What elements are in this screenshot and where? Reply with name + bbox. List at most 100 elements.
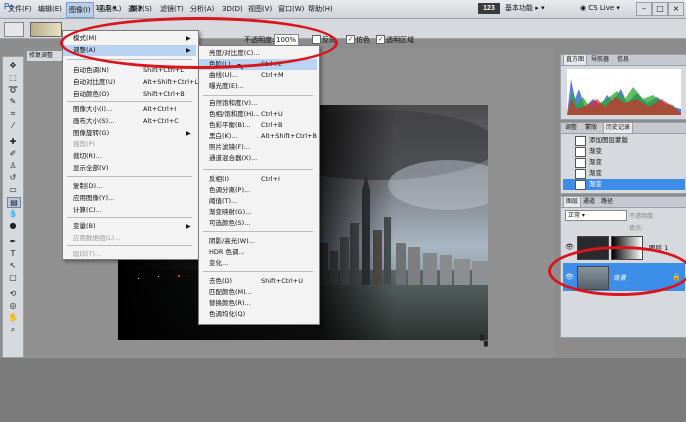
- menu-item[interactable]: 替换颜色(R)...: [199, 298, 317, 309]
- gradient-tool-icon[interactable]: [4, 22, 24, 37]
- pen-tool-icon[interactable]: ✒: [7, 237, 19, 246]
- menu-item[interactable]: 去色(D) Shift+Ctrl+U: [199, 276, 317, 287]
- menu-item[interactable]: 亮度/对比度(C)...: [199, 48, 317, 59]
- tab-history[interactable]: 历史记录: [603, 123, 634, 133]
- menu-item[interactable]: 色调分离(P)...: [199, 185, 317, 196]
- menu-item[interactable]: 变量(B) ▶: [63, 221, 196, 232]
- menu-item[interactable]: 色阶(L)... Ctrl+L: [199, 59, 317, 70]
- tab-info[interactable]: 信息: [615, 55, 631, 65]
- menu-item-7[interactable]: 3D(D): [220, 2, 245, 16]
- menu-item[interactable]: 色相/饱和度(H)... Ctrl+U: [199, 109, 317, 120]
- eyedropper-tool-icon[interactable]: ⁄: [7, 121, 19, 130]
- menu-item[interactable]: 变化...: [199, 258, 317, 269]
- transparency-checkbox[interactable]: ✓: [376, 35, 385, 44]
- clone-stamp-tool-icon[interactable]: ♙: [7, 161, 19, 170]
- menu-item[interactable]: 应用图像(Y)...: [63, 193, 196, 204]
- reverse-checkbox[interactable]: [312, 35, 321, 44]
- menu-item[interactable]: 阈值(T)...: [199, 196, 317, 207]
- minimize-button[interactable]: –: [636, 2, 652, 16]
- history-state[interactable]: 渐变: [563, 168, 685, 179]
- resize-handle-icon[interactable]: ▚: [480, 336, 494, 350]
- menu-item[interactable]: 自动色调(N) Shift+Ctrl+L: [63, 65, 196, 76]
- blur-tool-icon[interactable]: 💧: [7, 209, 19, 218]
- menu-item[interactable]: 复制(D)...: [63, 181, 196, 192]
- gradient-tool-icon-active[interactable]: ▤: [7, 197, 21, 208]
- workspace-switcher[interactable]: 基本功能 ▸ ▾: [505, 2, 544, 15]
- tab-adjustments[interactable]: 调整: [563, 123, 579, 133]
- crop-tool-icon[interactable]: ⌗: [7, 109, 19, 118]
- tab-layers[interactable]: 图层: [563, 197, 582, 207]
- menu-item[interactable]: 图像大小(I)... Alt+Ctrl+I: [63, 104, 196, 115]
- move-tool-icon[interactable]: ✥: [7, 61, 19, 70]
- menu-item[interactable]: 反相(I) Ctrl+I: [199, 174, 317, 185]
- menu-item[interactable]: 照片滤镜(F)...: [199, 142, 317, 153]
- dodge-tool-icon[interactable]: ●: [7, 221, 19, 230]
- 3d-orbit-tool-icon[interactable]: ◎: [7, 301, 19, 310]
- menu-item[interactable]: 黑白(K)... Alt+Shift+Ctrl+B: [199, 131, 317, 142]
- menu-item-6[interactable]: 分析(A): [188, 2, 216, 16]
- menu-item[interactable]: 裁切(R)...: [63, 151, 196, 162]
- menu-item[interactable]: 色彩平衡(B)... Ctrl+B: [199, 120, 317, 131]
- tab-paths[interactable]: 路径: [599, 197, 615, 207]
- menu-item-1[interactable]: 编辑(E): [36, 2, 64, 16]
- menu-item-9[interactable]: 窗口(W): [276, 2, 306, 16]
- menu-item[interactable]: 可选颜色(S)...: [199, 218, 317, 229]
- tab-channels[interactable]: 通道: [581, 197, 597, 207]
- menu-item[interactable]: 图像旋转(G) ▶: [63, 128, 196, 139]
- healing-brush-tool-icon[interactable]: ✚: [7, 137, 19, 146]
- menu-item[interactable]: 自动颜色(O) Shift+Ctrl+B: [63, 89, 196, 100]
- menu-item[interactable]: HDR 色调...: [199, 247, 317, 258]
- dither-checkbox[interactable]: ✓: [346, 35, 355, 44]
- lasso-tool-icon[interactable]: ➰: [7, 85, 19, 94]
- menu-item[interactable]: 裁剪(P): [63, 139, 196, 150]
- menu-item[interactable]: 画布大小(S)... Alt+Ctrl+C: [63, 116, 196, 127]
- eye-icon[interactable]: 👁: [565, 273, 574, 281]
- type-tool-icon[interactable]: T: [7, 249, 19, 258]
- menu-item-0[interactable]: 文件(F): [6, 2, 34, 16]
- menu-item[interactable]: 应用数据组(L)...: [63, 233, 196, 244]
- history-state[interactable]: 渐变: [563, 179, 685, 190]
- layer-row-layer1[interactable]: 👁 图层 1: [563, 233, 685, 261]
- path-select-tool-icon[interactable]: ↖: [7, 261, 19, 270]
- menu-item[interactable]: 曲线(U)... Ctrl+M: [199, 70, 317, 81]
- close-button[interactable]: ×: [668, 2, 684, 16]
- marquee-tool-icon[interactable]: ⬚: [7, 73, 19, 82]
- tab-masks[interactable]: 蒙版: [583, 123, 599, 133]
- menu-item[interactable]: 渐变映射(G)...: [199, 207, 317, 218]
- menu-item[interactable]: 通道混合器(X)...: [199, 153, 317, 164]
- menu-item[interactable]: 阴影/高光(W)...: [199, 236, 317, 247]
- tab-navigator[interactable]: 导航器: [589, 55, 611, 65]
- menu-item[interactable]: 匹配颜色(M)...: [199, 287, 317, 298]
- menu-item-2[interactable]: 图像(I): [66, 2, 94, 18]
- eraser-tool-icon[interactable]: ▭: [7, 185, 19, 194]
- menu-item-8[interactable]: 视图(V): [246, 2, 274, 16]
- zoom-level[interactable]: 12.5 ▾: [95, 2, 116, 15]
- 3d-rotate-tool-icon[interactable]: ⟲: [7, 289, 19, 298]
- zoom-tool-icon[interactable]: ⌕: [7, 325, 19, 334]
- menu-item[interactable]: 显示全部(V): [63, 163, 196, 174]
- quick-select-tool-icon[interactable]: ✎: [7, 97, 19, 106]
- menu-item[interactable]: 自然饱和度(V)...: [199, 98, 317, 109]
- menu-item[interactable]: 计算(C)...: [63, 205, 196, 216]
- menu-item-5[interactable]: 滤镜(T): [158, 2, 186, 16]
- history-state[interactable]: 添加图层蒙版: [563, 135, 685, 146]
- menu-item[interactable]: 陷印(T)...: [63, 249, 196, 260]
- menu-item[interactable]: 曝光度(E)...: [199, 81, 317, 92]
- eye-icon[interactable]: 👁: [565, 243, 574, 251]
- history-brush-tool-icon[interactable]: ↺: [7, 173, 19, 182]
- maximize-button[interactable]: □: [652, 2, 668, 16]
- brush-tool-icon[interactable]: ✐: [7, 149, 19, 158]
- gradient-swatch[interactable]: [30, 22, 62, 37]
- layer-row-background[interactable]: 👁 背景 🔒: [563, 263, 685, 291]
- blend-mode-select[interactable]: 正常 ▾: [565, 210, 627, 221]
- menu-item[interactable]: 自动对比度(U) Alt+Shift+Ctrl+L: [63, 77, 198, 88]
- hand-tool-icon[interactable]: ✋: [7, 313, 19, 322]
- history-state[interactable]: 渐变: [563, 157, 685, 168]
- menu-item[interactable]: 调整(A) ▶: [63, 45, 196, 56]
- menu-item[interactable]: 模式(M) ▶: [63, 33, 196, 44]
- shape-tool-icon[interactable]: ▢: [7, 273, 19, 282]
- cs-live-button[interactable]: ◉ CS Live ▾: [580, 2, 620, 15]
- menu-item[interactable]: 色调均化(Q): [199, 309, 317, 320]
- menu-item-10[interactable]: 帮助(H): [306, 2, 335, 16]
- tab-histogram[interactable]: 直方图: [563, 55, 588, 65]
